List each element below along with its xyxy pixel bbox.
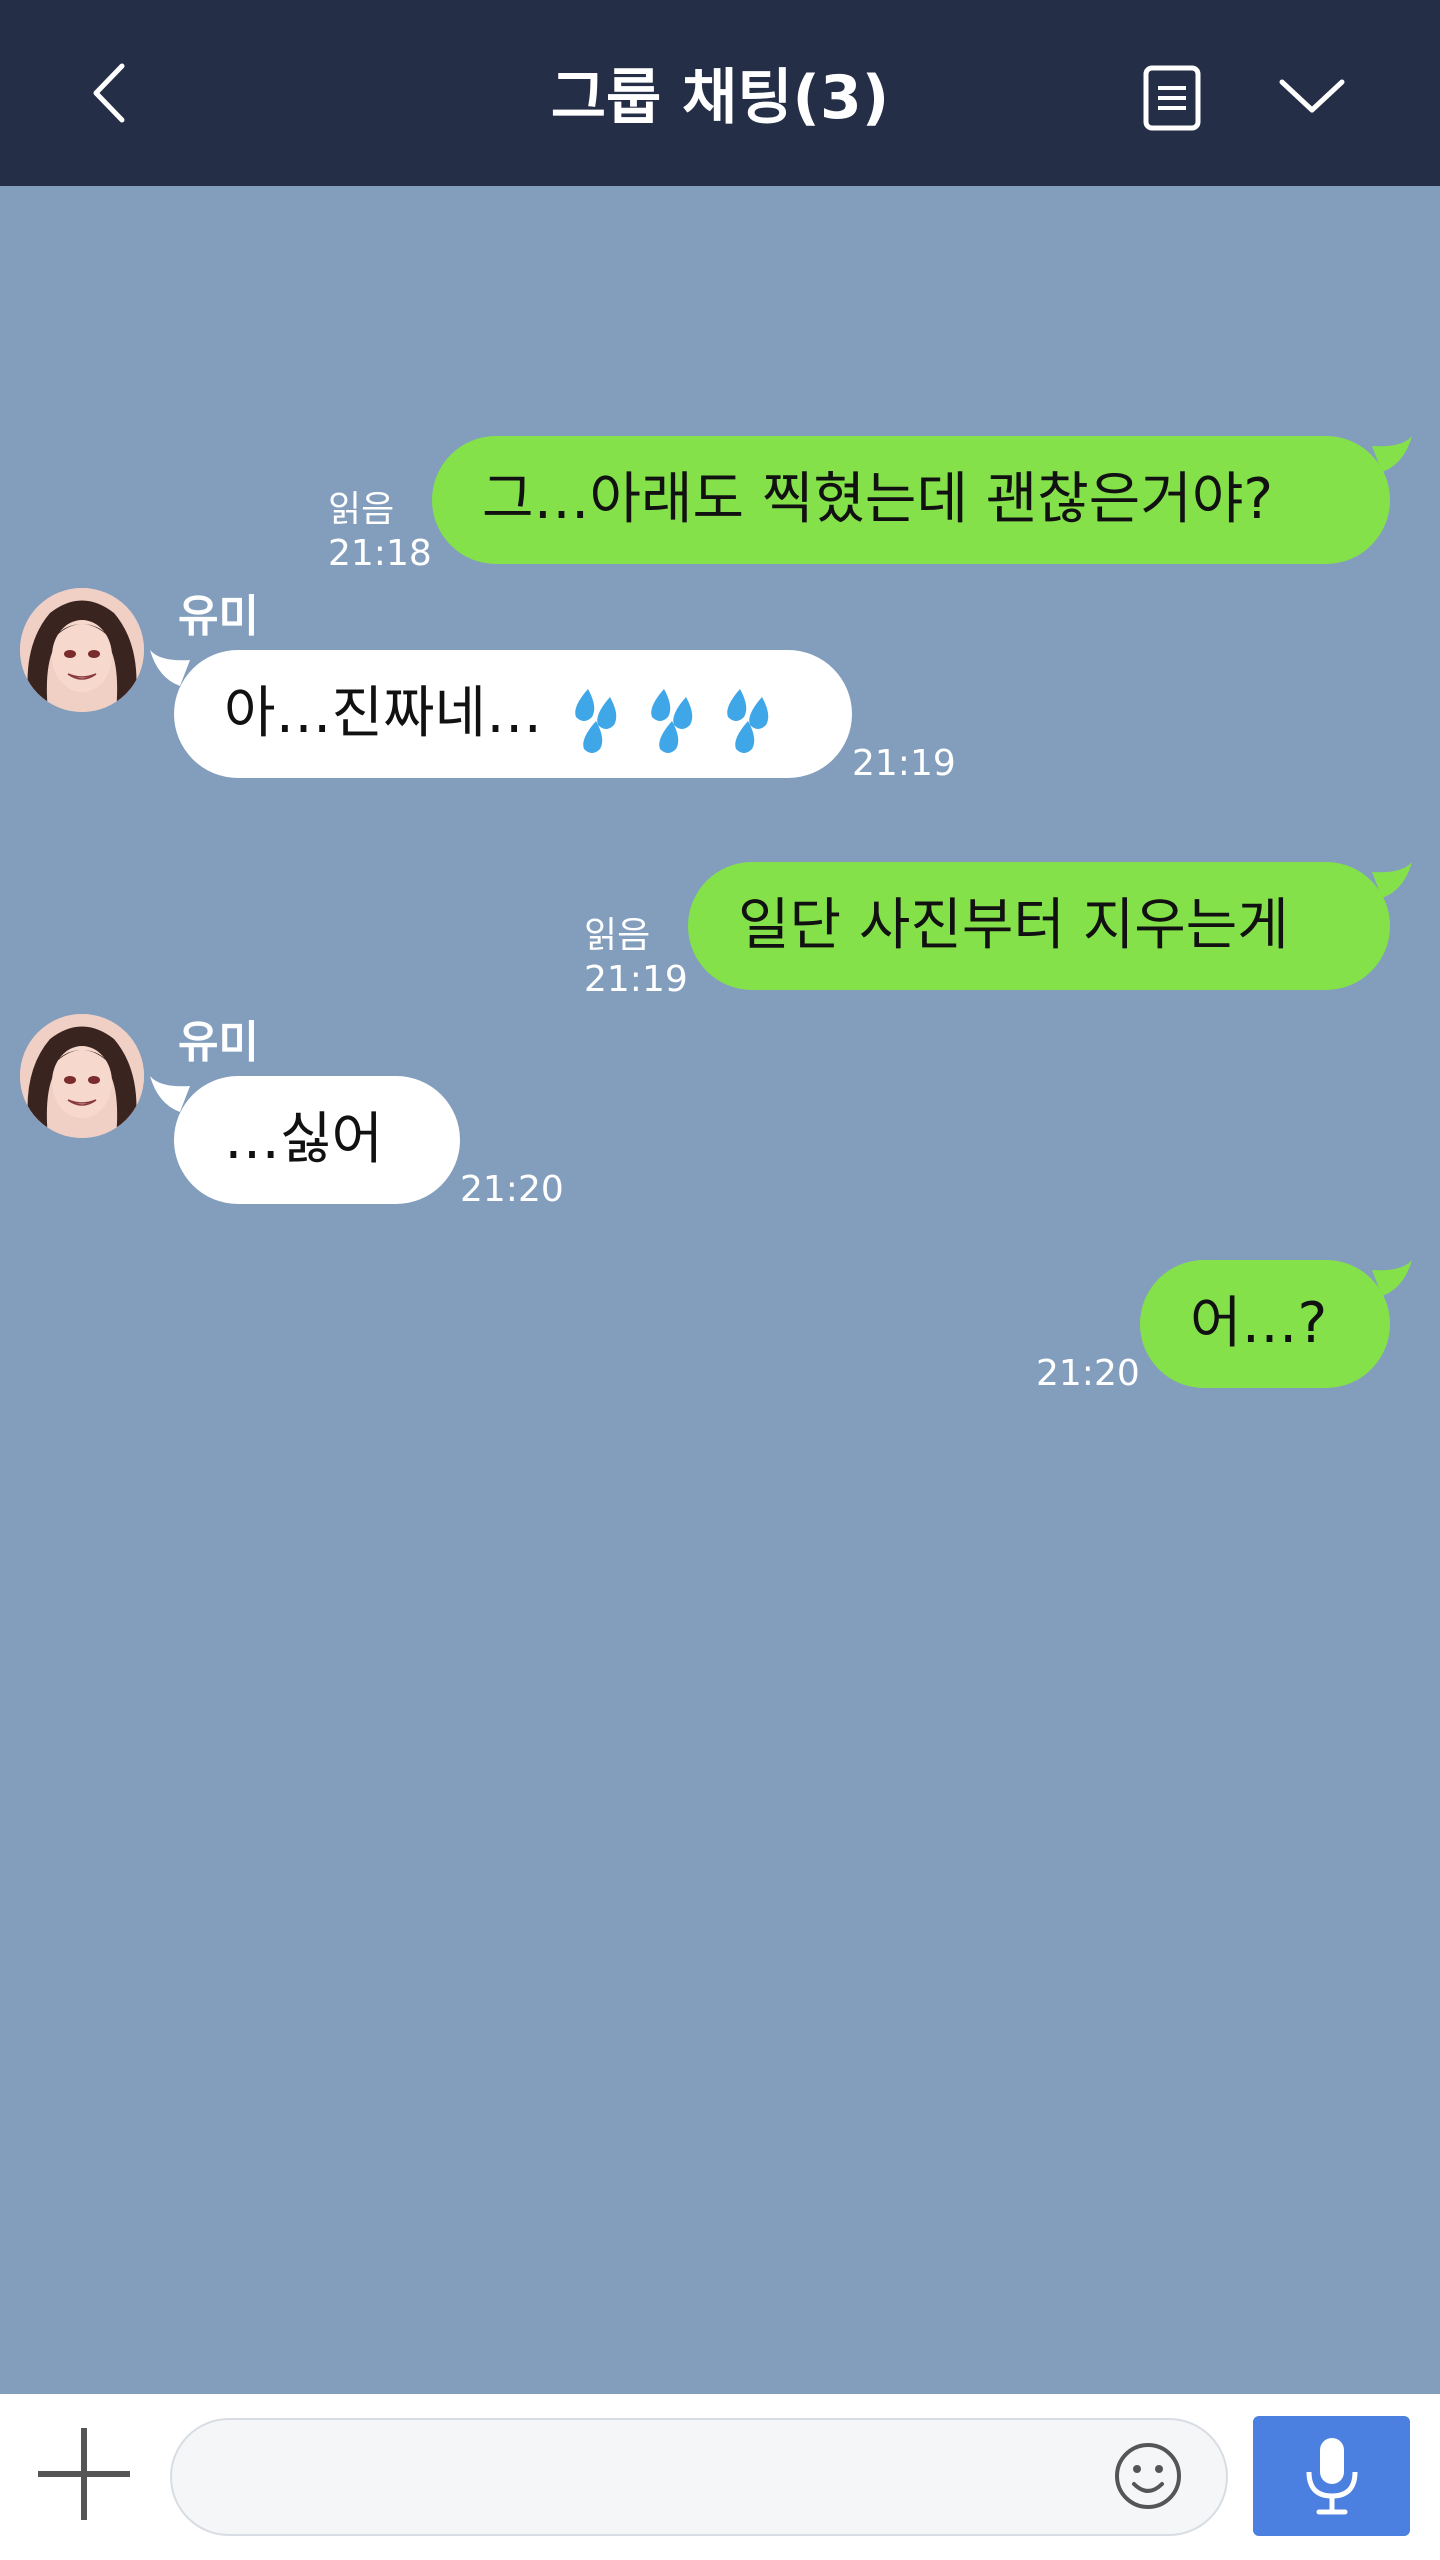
avatar[interactable] bbox=[20, 588, 144, 712]
mic-button[interactable] bbox=[1253, 2416, 1410, 2536]
message-bubble[interactable]: 어…? bbox=[1140, 1260, 1390, 1388]
message-time: 21:20 bbox=[1036, 1353, 1140, 1394]
message-input[interactable] bbox=[170, 2418, 1228, 2536]
message-text: …싫어 bbox=[224, 1107, 384, 1172]
read-receipt: 읽음 bbox=[584, 915, 651, 956]
plus-icon[interactable] bbox=[32, 2422, 136, 2526]
message-text: 어…? bbox=[1190, 1291, 1328, 1356]
chevron-down-icon[interactable] bbox=[1276, 66, 1348, 126]
message-meta: 읽음 21:18 bbox=[328, 488, 432, 576]
microphone-icon bbox=[1306, 2438, 1358, 2515]
message-meta: 읽음 21:19 bbox=[584, 914, 688, 1002]
message-text: 그…아래도 찍혔는데 괜찮은거야? bbox=[482, 467, 1274, 532]
read-receipt: 읽음 bbox=[328, 489, 395, 530]
chat-header: 그룹 채팅(3) bbox=[0, 0, 1440, 186]
bubble-tail bbox=[1372, 862, 1412, 898]
avatar[interactable] bbox=[20, 1014, 144, 1138]
message-time: 21:19 bbox=[584, 959, 688, 1000]
message-text: 아…진짜네… bbox=[224, 681, 543, 746]
sender-name: 유미 bbox=[178, 1017, 259, 1068]
message-list[interactable]: 읽음 21:18 그…아래도 찍혔는데 괜찮은거야? 유미 아…진짜네… 21:… bbox=[0, 186, 1440, 2394]
message-time: 21:19 bbox=[852, 743, 956, 784]
message-bubble[interactable]: 일단 사진부터 지우는게 bbox=[688, 862, 1390, 990]
composer-bar bbox=[0, 2394, 1440, 2560]
chat-title: 그룹 채팅(3) bbox=[550, 63, 890, 133]
message-time: 21:18 bbox=[328, 533, 432, 574]
message-bubble[interactable]: 아…진짜네… bbox=[174, 650, 852, 778]
message-time: 21:20 bbox=[460, 1169, 564, 1210]
message-bubble[interactable]: 그…아래도 찍혔는데 괜찮은거야? bbox=[432, 436, 1390, 564]
message-text: 일단 사진부터 지우는게 bbox=[738, 893, 1289, 958]
message-bubble[interactable]: …싫어 bbox=[174, 1076, 460, 1204]
bubble-tail bbox=[1372, 1260, 1412, 1296]
emoji-icon[interactable] bbox=[1112, 2440, 1184, 2512]
sender-name: 유미 bbox=[178, 591, 259, 642]
sweat-drops-icon bbox=[575, 688, 769, 753]
notes-icon[interactable] bbox=[1140, 64, 1204, 132]
bubble-tail bbox=[1372, 436, 1412, 472]
